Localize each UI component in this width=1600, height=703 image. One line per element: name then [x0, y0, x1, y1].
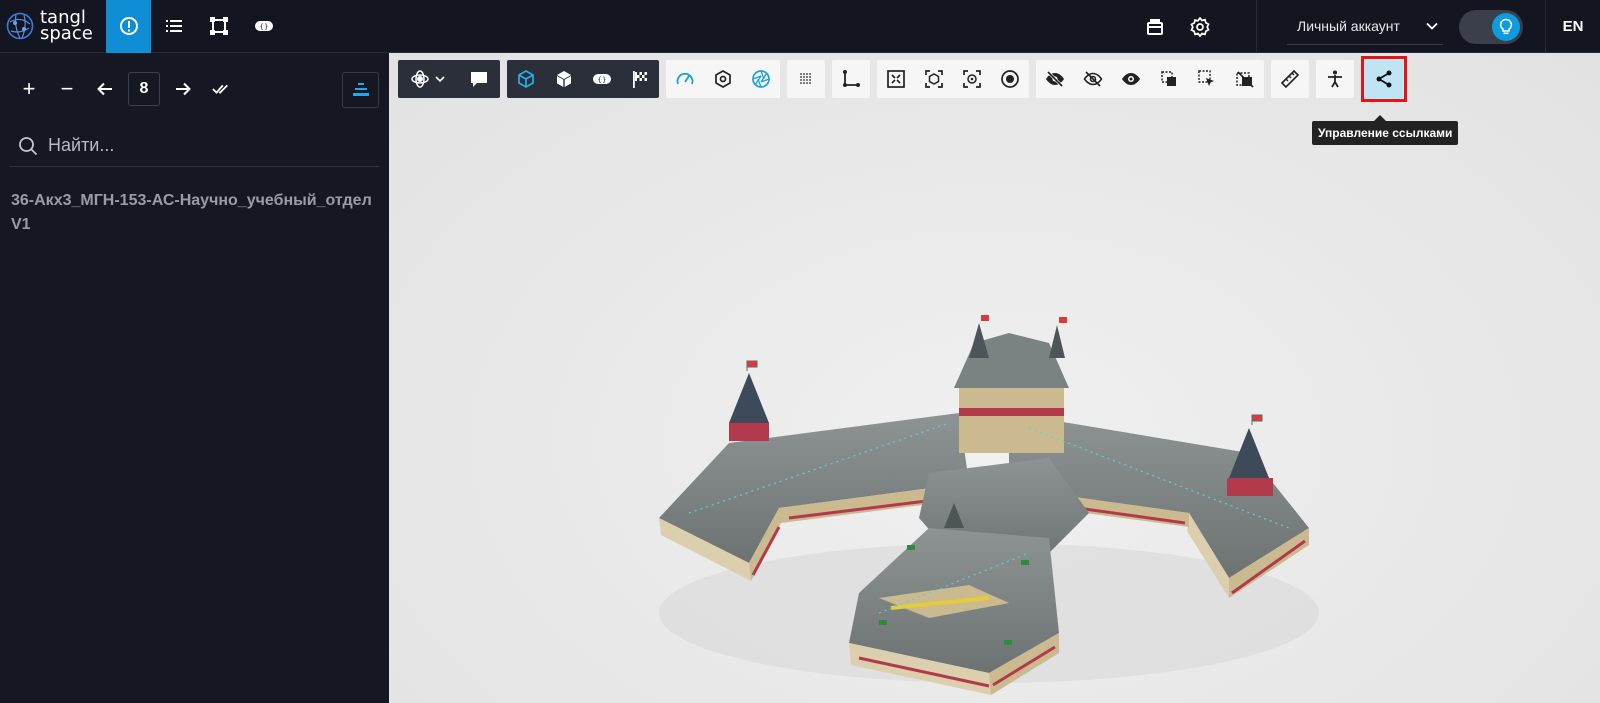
points-button[interactable]: [787, 60, 825, 98]
focus-object-button[interactable]: [915, 60, 953, 98]
tag-tab-button[interactable]: {}: [241, 0, 286, 53]
hide-button[interactable]: [1036, 60, 1074, 98]
top-bar: tangl space {} Личный аккаунт EN: [0, 0, 1600, 53]
person-pin-icon: [1328, 70, 1342, 88]
prev-level-button[interactable]: [86, 71, 124, 107]
logo[interactable]: tangl space: [0, 0, 106, 53]
print-icon: [1146, 18, 1163, 35]
eye-icon: [1122, 73, 1140, 85]
hide-selection-icon: [1236, 71, 1254, 88]
logo-text-line2: space: [40, 23, 93, 44]
isolate-button[interactable]: [991, 60, 1029, 98]
focus-cube-icon: [925, 70, 943, 88]
add-level-button[interactable]: +: [10, 71, 48, 107]
select-cursor-icon: [1198, 70, 1214, 86]
info-tab-button[interactable]: [106, 0, 151, 53]
focus-center-button[interactable]: [953, 60, 991, 98]
model-tree-item[interactable]: 36-Акх3_МГН-153-АС-Научно_учебный_отдел …: [0, 167, 389, 237]
dot-grid-icon: [800, 73, 811, 84]
chevron-down-icon: [1426, 22, 1438, 30]
share-links-button[interactable]: [1361, 56, 1407, 102]
orbit-icon: [411, 70, 429, 88]
crop-icon: [209, 17, 228, 35]
stack-icon: [352, 83, 369, 96]
svg-text:{}: {}: [259, 23, 268, 31]
settings-button[interactable]: [1177, 0, 1222, 53]
3d-viewport[interactable]: {} Управление ссылками: [389, 53, 1600, 703]
hide-selected-button[interactable]: [1226, 60, 1264, 98]
print-button[interactable]: [1132, 0, 1177, 53]
select-visible-button[interactable]: [1150, 60, 1188, 98]
search-icon: [19, 136, 38, 155]
account-dropdown[interactable]: Личный аккаунт: [1287, 9, 1443, 45]
comments-button[interactable]: [458, 60, 500, 98]
fit-view-icon: [887, 70, 905, 88]
tree-view-button[interactable]: [342, 72, 379, 108]
checkered-flag-icon: [633, 71, 647, 88]
measure-button[interactable]: [1271, 60, 1309, 98]
account-label: Личный аккаунт: [1297, 18, 1400, 34]
target-icon: [1001, 70, 1019, 88]
share-icon: [1376, 70, 1392, 88]
wireframe-cube-button[interactable]: [507, 60, 545, 98]
solid-cube-button[interactable]: [545, 60, 583, 98]
tag-icon: {}: [254, 21, 273, 31]
select-copy-icon: [1161, 71, 1176, 86]
list-icon: [165, 20, 182, 32]
level-input[interactable]: 8: [128, 72, 160, 106]
tooltip: Управление ссылками: [1312, 115, 1459, 145]
divider: [1256, 0, 1257, 53]
aperture-button[interactable]: [742, 60, 780, 98]
language-switch[interactable]: EN: [1545, 0, 1600, 53]
speedometer-icon: [676, 72, 694, 85]
navigation-mode-button[interactable]: [398, 60, 458, 98]
list-tab-button[interactable]: [151, 0, 196, 53]
axes-button[interactable]: [832, 60, 870, 98]
crop-tab-button[interactable]: [196, 0, 241, 53]
arrow-right-icon: [176, 82, 191, 96]
comment-icon: [471, 72, 487, 87]
lightbulb-icon: [1492, 12, 1520, 41]
ruler-icon: [1280, 69, 1300, 89]
info-icon: [119, 17, 138, 35]
cube-outline-icon: [518, 70, 534, 88]
search-input[interactable]: [48, 135, 368, 156]
theme-toggle[interactable]: [1459, 9, 1523, 44]
search-bar: [10, 125, 379, 167]
gear-icon: [1189, 16, 1210, 37]
arrow-left-icon: [97, 82, 112, 96]
properties-button[interactable]: {}: [583, 60, 621, 98]
aperture-icon: [752, 70, 770, 88]
double-check-icon: [212, 84, 228, 94]
select-cursor-button[interactable]: [1188, 60, 1226, 98]
logo-icon: [6, 12, 34, 40]
eye-off-outline-icon: [1083, 71, 1103, 87]
finish-button[interactable]: [621, 60, 659, 98]
select-all-button[interactable]: [202, 71, 240, 107]
remove-level-button[interactable]: −: [48, 71, 86, 107]
axes-icon: [843, 70, 860, 87]
hide-others-button[interactable]: [1074, 60, 1112, 98]
svg-text:{}: {}: [598, 76, 607, 84]
speed-button[interactable]: [666, 60, 704, 98]
next-level-button[interactable]: [164, 71, 202, 107]
focus-center-icon: [963, 70, 981, 88]
hexagon-icon: [715, 70, 731, 88]
show-all-button[interactable]: [1112, 60, 1150, 98]
cube-solid-icon: [557, 71, 571, 87]
building-model[interactable]: [629, 313, 1329, 703]
sidebar: + − 8 36-Акх3_МГН-153-АС-Научно_учебный_…: [0, 53, 389, 703]
tag-icon: {}: [593, 74, 611, 84]
fit-view-button[interactable]: [877, 60, 915, 98]
chevron-down-icon: [435, 76, 445, 83]
viewer-toolbar: {}: [398, 56, 1410, 102]
eye-off-icon: [1046, 70, 1064, 88]
walk-mode-button[interactable]: [1316, 60, 1354, 98]
hexagon-button[interactable]: [704, 60, 742, 98]
